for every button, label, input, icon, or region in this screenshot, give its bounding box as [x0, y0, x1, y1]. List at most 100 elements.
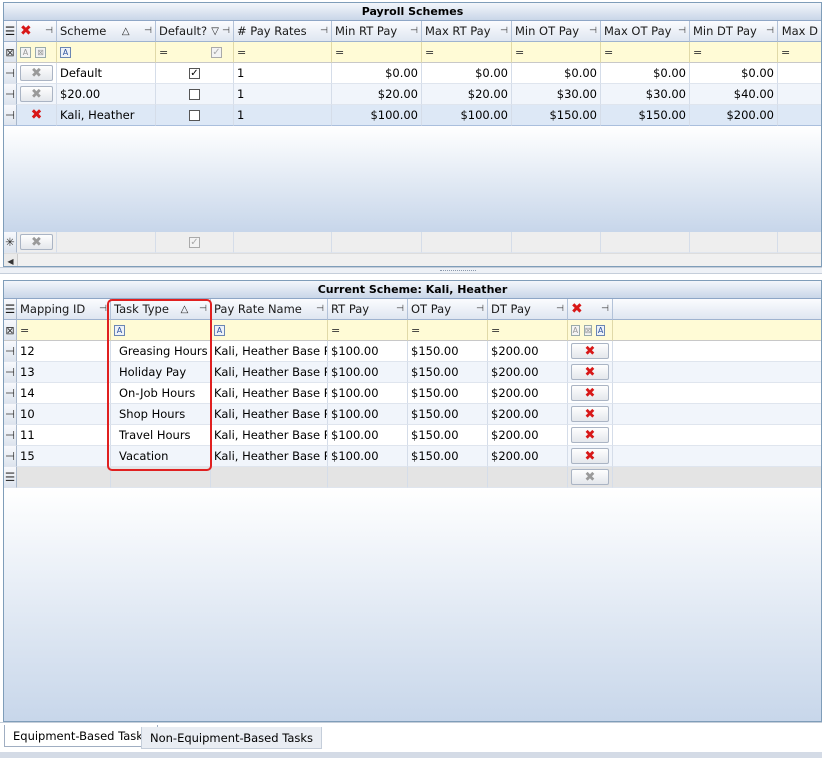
equals-operator-icon[interactable]: =: [693, 46, 702, 59]
pin-icon[interactable]: ⊣: [96, 304, 107, 314]
add-new-row[interactable]: ☰ ✖: [4, 467, 821, 488]
equals-operator-icon[interactable]: =: [335, 46, 344, 59]
min-rt-cell[interactable]: $20.00: [332, 84, 422, 105]
delete-row-button[interactable]: ✖: [571, 364, 609, 380]
scheme-cell[interactable]: $20.00: [57, 84, 156, 105]
splitter-grip-icon[interactable]: [440, 270, 476, 272]
delete-row-button[interactable]: ✖: [31, 107, 43, 123]
column-header-min-ot-pay[interactable]: Min OT Pay ⊣: [512, 21, 601, 42]
pin-icon[interactable]: ⊣: [219, 26, 230, 36]
min-rt-cell[interactable]: $0.00: [332, 63, 422, 84]
new-cell[interactable]: [332, 232, 422, 253]
clear-filter-icon[interactable]: ⊠: [35, 46, 46, 58]
sort-ascending-icon[interactable]: △: [177, 304, 189, 315]
pin-icon[interactable]: ⊣: [407, 26, 418, 36]
row-selector-icon[interactable]: ⊣: [4, 63, 17, 84]
equals-operator-icon[interactable]: =: [781, 46, 790, 59]
delete-row-button[interactable]: ✖: [571, 406, 609, 422]
task-type-cell[interactable]: Travel Hours: [111, 425, 211, 446]
pin-icon[interactable]: ⊣: [317, 26, 328, 36]
delete-row-button[interactable]: ✖: [20, 65, 53, 81]
table-row[interactable]: ⊣ 14 On-Job Hours Kali, Heather Base R $100.…: [4, 383, 821, 404]
pin-icon[interactable]: ⊣: [675, 26, 686, 36]
new-scheme-cell[interactable]: [57, 232, 156, 253]
column-header-pay-rate-name[interactable]: Pay Rate Name ⊣: [211, 299, 328, 320]
dt-pay-cell[interactable]: $200.00: [488, 404, 568, 425]
dt-pay-cell[interactable]: $200.00: [488, 425, 568, 446]
task-type-cell[interactable]: Greasing Hours: [111, 341, 211, 362]
text-filter-icon[interactable]: A: [571, 324, 580, 336]
filter-pay-rate-name[interactable]: A: [211, 320, 328, 341]
equals-operator-icon[interactable]: =: [604, 46, 613, 59]
text-filter-icon[interactable]: A: [60, 46, 71, 58]
mapping-id-cell[interactable]: 14: [17, 383, 111, 404]
tab-equipment-based-tasks[interactable]: Equipment-Based Tasks: [4, 725, 158, 747]
ot-pay-cell[interactable]: $150.00: [408, 362, 488, 383]
ot-pay-cell[interactable]: $150.00: [408, 425, 488, 446]
new-cell[interactable]: [778, 232, 821, 253]
filter-max-rt[interactable]: =: [422, 42, 512, 63]
rt-pay-cell[interactable]: $100.00: [328, 404, 408, 425]
horizontal-scrollbar[interactable]: ◀: [4, 253, 821, 266]
new-cell[interactable]: [17, 467, 111, 488]
scroll-left-icon[interactable]: ◀: [4, 254, 18, 266]
min-dt-cell[interactable]: $40.00: [690, 84, 778, 105]
filter-min-dt[interactable]: =: [690, 42, 778, 63]
rt-pay-cell[interactable]: $100.00: [328, 425, 408, 446]
default-checkbox[interactable]: ✓: [189, 236, 200, 248]
new-cell[interactable]: [211, 467, 328, 488]
default-checkbox[interactable]: ✓: [189, 67, 200, 79]
pin-icon[interactable]: ⊣: [497, 26, 508, 36]
max-rt-cell[interactable]: $0.00: [422, 63, 512, 84]
ot-pay-cell[interactable]: $150.00: [408, 404, 488, 425]
min-ot-cell[interactable]: $0.00: [512, 63, 601, 84]
rt-pay-cell[interactable]: $100.00: [328, 383, 408, 404]
table-row[interactable]: ⊣ ✖ $20.00 1 $20.00 $20.00 $30.00 $30.00…: [4, 84, 821, 105]
new-cell[interactable]: [422, 232, 512, 253]
min-rt-cell[interactable]: $100.00: [332, 105, 422, 126]
pin-icon[interactable]: ⊣: [313, 304, 324, 314]
rt-pay-cell[interactable]: $100.00: [328, 341, 408, 362]
column-chooser-icon[interactable]: ☰: [4, 21, 17, 42]
row-selector-icon[interactable]: ⊣: [4, 105, 17, 126]
delete-row-button[interactable]: ✖: [571, 385, 609, 401]
filter-ot-pay[interactable]: =: [408, 320, 488, 341]
table-row-selected[interactable]: ⊣ ✖ Kali, Heather 1 $100.00 $100.00 $150…: [4, 105, 821, 126]
column-header-mapping-id[interactable]: Mapping ID ⊣: [17, 299, 111, 320]
pay-rates-cell[interactable]: 1: [234, 105, 332, 126]
column-header-min-dt-pay[interactable]: Min DT Pay ⊣: [690, 21, 778, 42]
equals-operator-icon[interactable]: =: [20, 324, 29, 337]
pin-icon[interactable]: ⊣: [42, 26, 53, 36]
filter-min-rt[interactable]: =: [332, 42, 422, 63]
max-ot-cell[interactable]: $150.00: [601, 105, 690, 126]
table-row[interactable]: ⊣ 15 Vacation Kali, Heather Base R $100.00 $1…: [4, 446, 821, 467]
text-filter-icon[interactable]: A: [214, 324, 225, 336]
pay-rate-name-cell[interactable]: Kali, Heather Base R: [211, 362, 328, 383]
rt-pay-cell[interactable]: $100.00: [328, 446, 408, 467]
task-type-cell[interactable]: Holiday Pay: [111, 362, 211, 383]
delete-row-button[interactable]: ✖: [571, 448, 609, 464]
pin-icon[interactable]: ⊣: [763, 26, 774, 36]
mapping-id-cell[interactable]: 12: [17, 341, 111, 362]
table-row[interactable]: ⊣ 13 Holiday Pay Kali, Heather Base R $100.0…: [4, 362, 821, 383]
pin-icon[interactable]: ⊣: [141, 26, 152, 36]
filter-min-ot[interactable]: =: [512, 42, 601, 63]
text-filter-icon[interactable]: A: [596, 324, 605, 336]
column-header-max-rt-pay[interactable]: Max RT Pay ⊣: [422, 21, 512, 42]
pay-rates-cell[interactable]: 1: [234, 84, 332, 105]
new-row-icon[interactable]: ☰: [4, 467, 17, 488]
task-type-cell[interactable]: Shop Hours: [111, 404, 211, 425]
pay-rate-name-cell[interactable]: Kali, Heather Base R: [211, 383, 328, 404]
task-type-cell[interactable]: Vacation: [111, 446, 211, 467]
delete-row-button[interactable]: ✖: [571, 469, 609, 485]
row-selector-icon[interactable]: ⊣: [4, 362, 17, 383]
delete-row-button[interactable]: ✖: [571, 343, 609, 359]
column-header-min-rt-pay[interactable]: Min RT Pay ⊣: [332, 21, 422, 42]
tab-non-equipment-based-tasks[interactable]: Non-Equipment-Based Tasks: [141, 727, 323, 749]
text-filter-icon[interactable]: A: [20, 46, 31, 58]
table-row[interactable]: ⊣ 11 Travel Hours Kali, Heather Base R $100.…: [4, 425, 821, 446]
max-ot-cell[interactable]: $30.00: [601, 84, 690, 105]
filter-rt-pay[interactable]: =: [328, 320, 408, 341]
min-ot-cell[interactable]: $30.00: [512, 84, 601, 105]
pay-rate-name-cell[interactable]: Kali, Heather Base R: [211, 404, 328, 425]
